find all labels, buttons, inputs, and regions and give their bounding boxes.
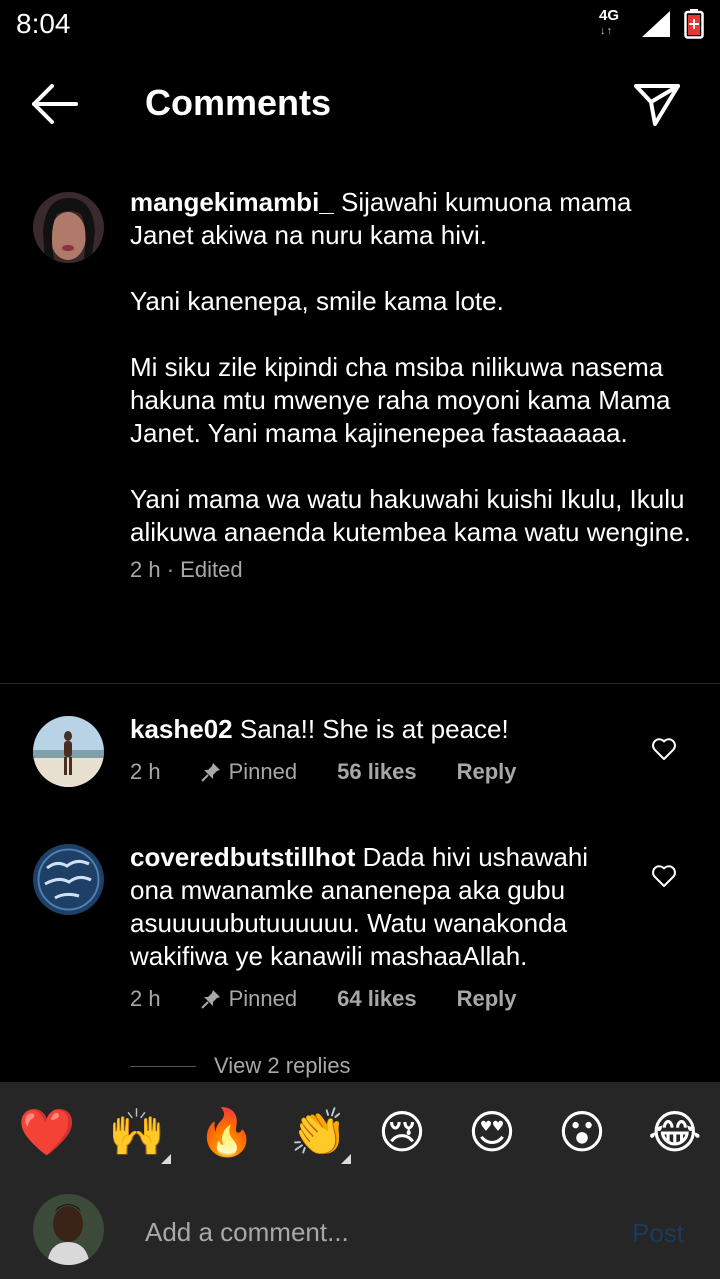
caption-paragraph: Yani kanenepa, smile kama lote. (130, 286, 504, 316)
page-title: Comments (145, 82, 332, 123)
reply-button[interactable]: Reply (457, 986, 517, 1012)
divider (0, 683, 720, 684)
comment-message: Sana!! She is at peace! (239, 714, 509, 744)
comment-text: kashe02 Sana!! She is at peace! (130, 713, 610, 746)
post-button[interactable]: Post (632, 1218, 684, 1249)
caption-meta: 2 h · Edited (130, 553, 700, 586)
pinned-badge: Pinned (200, 986, 298, 1012)
comment-meta: 2 h Pinned 64 likes Reply (130, 986, 557, 1012)
comment-text: coveredbutstillhot Dada hivi ushawahi on… (130, 841, 610, 973)
likes-count[interactable]: 56 likes (337, 759, 417, 785)
pinned-badge: Pinned (200, 759, 298, 785)
meta-separator: · (166, 557, 175, 582)
status-bar: 8:04 4G ↓↑ (0, 0, 720, 50)
reaction-clapping[interactable]: 👏 (290, 1104, 347, 1160)
comment-meta: 2 h Pinned 56 likes Reply (130, 759, 557, 785)
comment-composer-panel: ❤️ 🙌 🔥 👏 😢 😍 😮 😂 Post (0, 1082, 720, 1279)
avatar (33, 1194, 104, 1265)
data-activity-icon: ↓↑ (600, 25, 613, 37)
status-time: 8:04 (16, 8, 71, 39)
reaction-fire[interactable]: 🔥 (198, 1104, 255, 1160)
comment-input-row: Post (0, 1192, 720, 1272)
pinned-label: Pinned (228, 986, 298, 1011)
timestamp: 2 h (130, 557, 161, 582)
view-replies-label: View 2 replies (214, 1053, 351, 1078)
timestamp: 2 h (130, 759, 161, 784)
send-icon[interactable] (630, 78, 684, 132)
battery-icon (684, 9, 704, 39)
caption-paragraph: Mi siku zile kipindi cha msiba nilikuwa … (130, 352, 671, 448)
reaction-raised-hands[interactable]: 🙌 (108, 1104, 165, 1160)
skin-tone-indicator (161, 1154, 171, 1164)
reaction-laughing[interactable]: 😂 (648, 1104, 702, 1160)
heart-icon[interactable] (651, 864, 677, 888)
signal-icon (642, 11, 670, 37)
username[interactable]: mangekimambi_ (130, 187, 334, 217)
view-replies-button[interactable]: View 2 replies (130, 1053, 351, 1079)
header: Comments (0, 50, 720, 160)
avatar[interactable] (33, 716, 104, 787)
edited-label: Edited (180, 557, 243, 582)
username[interactable]: coveredbutstillhot (130, 842, 355, 872)
pin-icon (200, 763, 220, 782)
reaction-heart[interactable]: ❤️ (18, 1104, 75, 1160)
skin-tone-indicator (341, 1154, 351, 1164)
pinned-label: Pinned (228, 759, 298, 784)
reaction-crying[interactable]: 😢 (378, 1104, 426, 1160)
reply-button[interactable]: Reply (457, 759, 517, 785)
caption-text: mangekimambi_ Sijawahi kumuona mama Jane… (130, 186, 700, 586)
avatar[interactable] (33, 844, 104, 915)
username[interactable]: kashe02 (130, 714, 233, 744)
reaction-heart-eyes[interactable]: 😍 (468, 1104, 516, 1160)
avatar[interactable] (33, 192, 104, 263)
comment-input[interactable] (145, 1212, 595, 1252)
back-arrow-icon[interactable] (28, 82, 80, 126)
replies-line (130, 1065, 196, 1067)
reaction-surprised[interactable]: 😮 (558, 1104, 606, 1160)
caption-paragraph: Yani mama wa watu hakuwahi kuishi Ikulu,… (130, 484, 691, 547)
timestamp: 2 h (130, 986, 161, 1011)
pin-icon (200, 990, 220, 1009)
network-type: 4G (599, 7, 620, 24)
heart-icon[interactable] (651, 737, 677, 761)
likes-count[interactable]: 64 likes (337, 986, 417, 1012)
quick-reactions: ❤️ 🙌 🔥 👏 😢 😍 😮 😂 (0, 1104, 720, 1164)
